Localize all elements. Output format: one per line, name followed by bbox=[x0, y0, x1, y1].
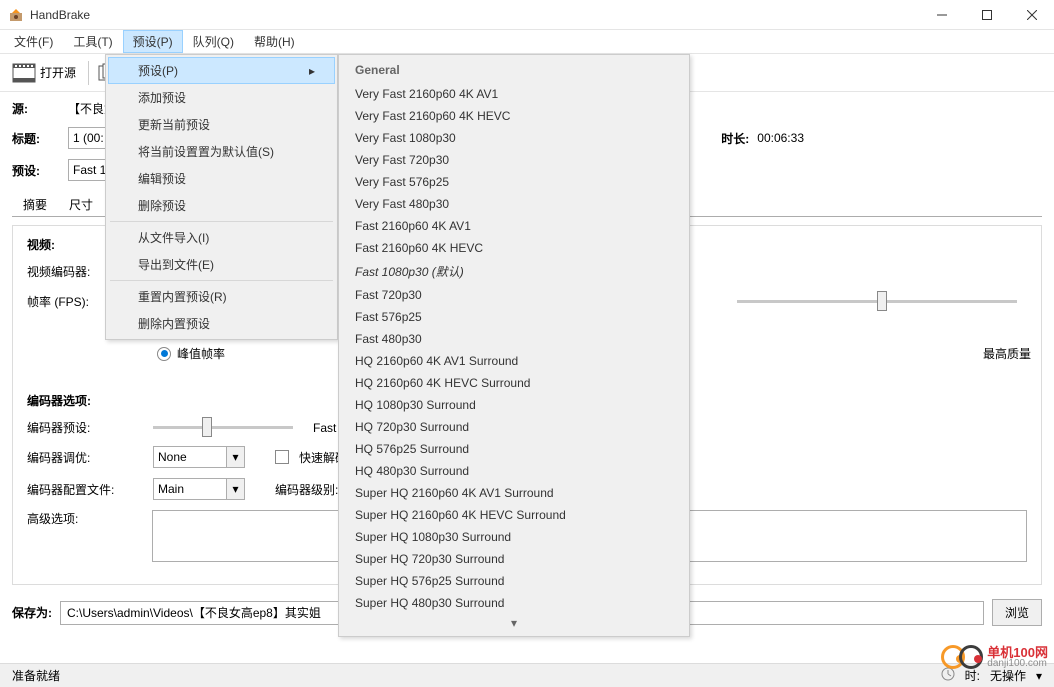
chevron-down-icon[interactable]: ▾ bbox=[227, 478, 245, 500]
preset-item[interactable]: Very Fast 2160p60 4K AV1 bbox=[341, 83, 687, 105]
preset-item[interactable]: Very Fast 720p30 bbox=[341, 149, 687, 171]
preset-label: 预设: bbox=[12, 162, 60, 179]
duration-value: 00:06:33 bbox=[757, 131, 804, 145]
app-icon bbox=[8, 7, 24, 23]
video-encoder-label: 视频编码器: bbox=[27, 263, 117, 280]
encoder-tune-select[interactable] bbox=[153, 446, 227, 468]
idle-icon bbox=[941, 667, 955, 684]
preset-item[interactable]: Very Fast 480p30 bbox=[341, 193, 687, 215]
toolbar-separator bbox=[88, 61, 89, 85]
encoder-profile-label: 编码器配置文件: bbox=[27, 481, 117, 498]
fps-label: 帧率 (FPS): bbox=[27, 293, 117, 310]
duration-label: 时长: bbox=[721, 130, 749, 147]
status-text: 准备就绪 bbox=[12, 667, 60, 684]
preset-item[interactable]: Super HQ 720p30 Surround bbox=[341, 548, 687, 570]
film-icon bbox=[12, 62, 36, 84]
preset-item[interactable]: Very Fast 2160p60 4K HEVC bbox=[341, 105, 687, 127]
close-button[interactable] bbox=[1009, 0, 1054, 30]
advanced-label: 高级选项: bbox=[27, 510, 116, 527]
menu-separator bbox=[110, 280, 333, 281]
menu-tools[interactable]: 工具(T) bbox=[63, 30, 122, 53]
tab-dimensions[interactable]: 尺寸 bbox=[58, 191, 104, 217]
open-source-label: 打开源 bbox=[40, 64, 76, 81]
open-source-button[interactable]: 打开源 bbox=[8, 60, 80, 86]
preset-item[interactable]: HQ 720p30 Surround bbox=[341, 416, 687, 438]
window-title: HandBrake bbox=[30, 8, 919, 22]
preset-menu-set-default[interactable]: 将当前设置置为默认值(S) bbox=[108, 138, 335, 165]
preset-category-general: General bbox=[341, 59, 687, 83]
encoder-preset-speed: Fast bbox=[313, 421, 336, 435]
menu-help[interactable]: 帮助(H) bbox=[244, 30, 305, 53]
vfr-label: 峰值帧率 bbox=[177, 345, 225, 362]
preset-item[interactable]: HQ 480p30 Surround bbox=[341, 460, 687, 482]
menu-separator bbox=[110, 221, 333, 222]
scroll-down-icon[interactable]: ▾ bbox=[341, 614, 687, 632]
preset-item[interactable]: Super HQ 2160p60 4K AV1 Surround bbox=[341, 482, 687, 504]
encoder-profile-select[interactable] bbox=[153, 478, 227, 500]
preset-menu-delete-builtin[interactable]: 删除内置预设 bbox=[108, 310, 335, 337]
preset-item[interactable]: HQ 2160p60 4K HEVC Surround bbox=[341, 372, 687, 394]
preset-item[interactable]: HQ 1080p30 Surround bbox=[341, 394, 687, 416]
source-label: 源: bbox=[12, 100, 60, 117]
save-label: 保存为: bbox=[12, 604, 52, 621]
fast-decode-checkbox[interactable] bbox=[275, 450, 289, 464]
chevron-down-icon[interactable]: ▾ bbox=[227, 446, 245, 468]
preset-item[interactable]: Fast 2160p60 4K HEVC bbox=[341, 237, 687, 259]
preset-item[interactable]: Super HQ 2160p60 4K HEVC Surround bbox=[341, 504, 687, 526]
encoder-level-label: 编码器级别: bbox=[275, 481, 338, 498]
preset-menu-update[interactable]: 更新当前预设 bbox=[108, 111, 335, 138]
menu-file[interactable]: 文件(F) bbox=[4, 30, 63, 53]
encoder-preset-label: 编码器预设: bbox=[27, 419, 117, 436]
preset-item[interactable]: Very Fast 1080p30 bbox=[341, 127, 687, 149]
tab-summary[interactable]: 摘要 bbox=[12, 191, 58, 217]
statusbar: 准备就绪 时: 无操作 ▾ bbox=[0, 663, 1054, 687]
preset-item[interactable]: Very Fast 576p25 bbox=[341, 171, 687, 193]
menu-presets[interactable]: 预设(P) bbox=[123, 30, 183, 53]
status-right-label: 时: bbox=[965, 667, 980, 684]
watermark-text-bot: danji100.com bbox=[987, 659, 1048, 669]
preset-item[interactable]: Super HQ 480p30 Surround bbox=[341, 592, 687, 614]
preset-menu-edit[interactable]: 编辑预设 bbox=[108, 165, 335, 192]
maximize-button[interactable] bbox=[964, 0, 1009, 30]
best-quality-label: 最高质量 bbox=[983, 345, 1031, 362]
chevron-right-icon: ▸ bbox=[309, 64, 315, 78]
menubar: 文件(F) 工具(T) 预设(P) 队列(Q) 帮助(H) bbox=[0, 30, 1054, 54]
preset-item[interactable]: Fast 2160p60 4K AV1 bbox=[341, 215, 687, 237]
encoder-preset-slider[interactable] bbox=[153, 426, 293, 429]
preset-menu-import[interactable]: 从文件导入(I) bbox=[108, 224, 335, 251]
quality-slider[interactable] bbox=[737, 300, 1017, 303]
minimize-button[interactable] bbox=[919, 0, 964, 30]
titlebar: HandBrake bbox=[0, 0, 1054, 30]
preset-item[interactable]: Fast 480p30 bbox=[341, 328, 687, 350]
preset-submenu: General Very Fast 2160p60 4K AV1Very Fas… bbox=[338, 54, 690, 637]
preset-menu-presets[interactable]: 预设(P)▸ bbox=[108, 57, 335, 84]
status-right-value: 无操作 bbox=[990, 667, 1026, 684]
title-label: 标题: bbox=[12, 130, 60, 147]
encoder-tune-label: 编码器调优: bbox=[27, 449, 117, 466]
watermark-text-top: 单机100网 bbox=[987, 646, 1048, 659]
chevron-down-icon[interactable]: ▾ bbox=[1036, 669, 1042, 683]
preset-menu-delete[interactable]: 删除预设 bbox=[108, 192, 335, 219]
preset-dropdown: 预设(P)▸ 添加预设 更新当前预设 将当前设置置为默认值(S) 编辑预设 删除… bbox=[105, 54, 338, 340]
preset-item[interactable]: HQ 576p25 Surround bbox=[341, 438, 687, 460]
vfr-radio[interactable] bbox=[157, 347, 171, 361]
browse-button[interactable]: 浏览 bbox=[992, 599, 1042, 626]
menu-queue[interactable]: 队列(Q) bbox=[183, 30, 244, 53]
watermark: 单机100网 danji100.com bbox=[941, 645, 1048, 669]
preset-item[interactable]: HQ 2160p60 4K AV1 Surround bbox=[341, 350, 687, 372]
preset-item[interactable]: Fast 576p25 bbox=[341, 306, 687, 328]
preset-item[interactable]: Super HQ 1080p30 Surround bbox=[341, 526, 687, 548]
watermark-logo-icon bbox=[959, 645, 983, 669]
preset-menu-reset[interactable]: 重置内置预设(R) bbox=[108, 283, 335, 310]
preset-item[interactable]: Super HQ 576p25 Surround bbox=[341, 570, 687, 592]
preset-item[interactable]: Fast 1080p30 (默认) bbox=[341, 259, 687, 284]
window-controls bbox=[919, 0, 1054, 30]
preset-menu-export[interactable]: 导出到文件(E) bbox=[108, 251, 335, 278]
preset-item[interactable]: Fast 720p30 bbox=[341, 284, 687, 306]
preset-menu-add[interactable]: 添加预设 bbox=[108, 84, 335, 111]
